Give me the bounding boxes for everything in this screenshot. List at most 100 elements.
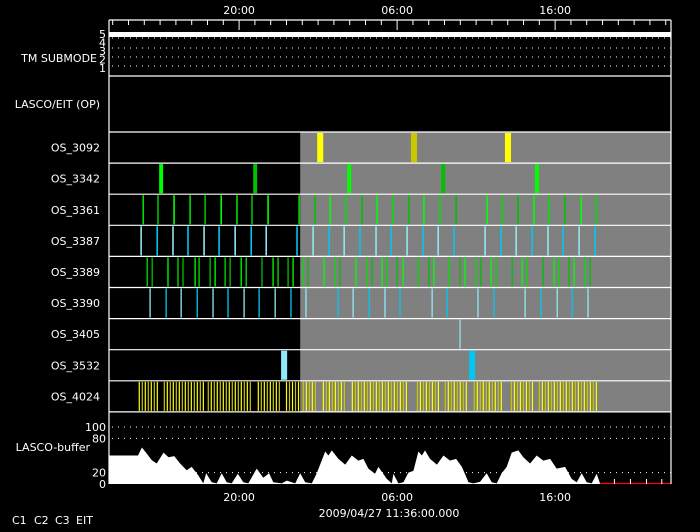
event-mark [212,288,214,318]
event-mark [151,257,153,287]
event-mark [347,164,352,194]
event-mark [245,257,247,287]
event-mark [167,257,169,287]
lasco-timeline-chart: 10080200 20:0020:0006:0006:0016:0016:00 … [12,4,672,527]
event-mark [425,381,427,411]
event-mark [236,195,238,225]
event-mark [595,195,597,225]
event-mark [291,381,294,411]
event-mark [399,381,401,411]
event-mark [258,288,260,318]
event-mark [475,257,477,287]
event-mark [277,257,279,287]
legend-c3: C3 [55,514,70,527]
event-mark [553,257,555,287]
event-mark [571,381,573,411]
event-mark [587,288,589,318]
event-mark [562,381,564,411]
event-mark [150,381,152,411]
event-mark [533,195,535,225]
event-mark [182,257,184,287]
event-mark [378,381,380,411]
event-mark [384,288,386,318]
event-mark [547,226,549,256]
event-mark [571,288,573,318]
row-label-os_3342: OS_3342 [51,173,100,186]
event-mark [434,381,437,411]
event-mark [187,226,189,256]
event-mark [473,381,475,411]
event-mark [305,381,307,411]
event-mark [511,257,513,287]
event-mark [281,350,288,380]
event-mark [187,381,189,411]
event-mark [209,257,211,287]
event-mark [491,381,493,411]
event-mark [490,257,492,287]
event-mark [531,226,534,256]
event-mark [267,195,269,225]
event-mark [278,381,280,411]
event-mark [437,226,439,256]
event-mark [359,226,361,256]
event-mark [428,257,430,287]
event-mark [540,288,542,318]
event-mark [578,226,580,256]
event-mark [249,381,251,411]
event-mark [480,257,482,287]
event-mark [396,381,398,411]
event-mark [204,195,206,225]
event-mark [476,381,478,411]
event-mark [312,226,314,256]
panel-label-buffer: LASCO-buffer [16,441,91,454]
event-mark [408,195,410,225]
event-mark [422,381,424,411]
event-mark [500,381,502,411]
event-mark [516,381,519,411]
event-mark [298,195,300,225]
event-mark [564,195,566,225]
event-mark [510,381,513,411]
event-mark [453,381,455,411]
buffer-area [109,447,601,484]
event-mark [292,257,294,287]
event-mark [431,381,434,411]
event-mark [153,381,155,411]
event-mark [351,381,353,411]
event-mark [175,381,177,411]
event-mark [144,381,146,411]
event-mark [501,195,503,225]
event-mark [265,226,268,256]
event-mark [534,164,539,194]
event-mark [486,195,488,225]
event-mark [580,195,582,225]
event-mark [390,381,392,411]
legend-c1: C1 [12,514,27,527]
event-mark [345,195,347,225]
event-mark [495,257,497,287]
event-mark [519,381,522,411]
event-mark [228,381,230,411]
event-mark [274,288,276,318]
event-mark [525,381,528,411]
event-mark [405,381,407,411]
event-mark [196,381,198,411]
event-mark [337,288,339,318]
event-mark [485,381,487,411]
event-mark [219,381,221,411]
event-mark [207,381,209,411]
event-mark [269,381,271,411]
row-label-os_3390: OS_3390 [51,297,100,310]
event-mark [328,381,330,411]
event-mark [494,381,496,411]
event-mark [417,257,419,287]
event-mark [550,381,552,411]
event-mark [339,257,341,287]
event-mark [431,288,433,318]
event-mark [308,381,310,411]
event-mark [384,381,386,411]
event-mark [225,381,227,411]
event-mark [450,381,452,411]
event-mark [465,381,467,411]
event-mark [541,381,543,411]
